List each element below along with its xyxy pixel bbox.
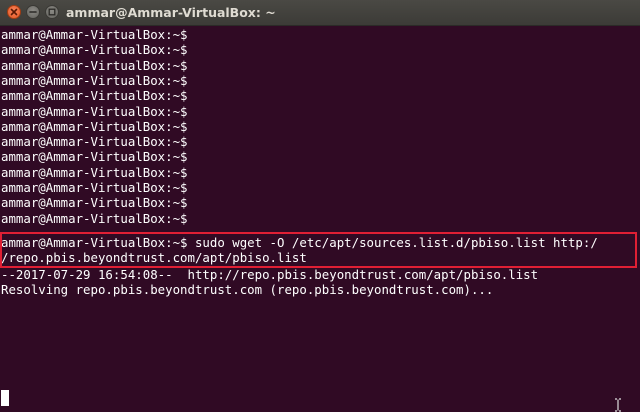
title-bar[interactable]: ammar@Ammar-VirtualBox: ~ bbox=[0, 0, 640, 26]
close-button[interactable] bbox=[7, 5, 21, 19]
prompt-line: ammar@Ammar-VirtualBox:~$ bbox=[1, 118, 188, 134]
prompt-line: ammar@Ammar-VirtualBox:~$ bbox=[1, 88, 188, 104]
prompt-line: ammar@Ammar-VirtualBox:~$ bbox=[1, 195, 188, 211]
output-line: Resolving repo.pbis.beyondtrust.com (rep… bbox=[1, 282, 494, 298]
prompt-line: ammar@Ammar-VirtualBox:~$ bbox=[1, 27, 188, 42]
prompt-line: ammar@Ammar-VirtualBox:~$ bbox=[1, 149, 188, 165]
minimize-button[interactable] bbox=[26, 5, 40, 19]
maximize-button[interactable] bbox=[45, 5, 59, 19]
close-icon bbox=[10, 8, 18, 16]
prompt-line: ammar@Ammar-VirtualBox:~$ bbox=[1, 164, 188, 180]
text-cursor bbox=[1, 390, 9, 406]
prompt-line: ammar@Ammar-VirtualBox:~$ bbox=[1, 42, 188, 58]
prompt-line: ammar@Ammar-VirtualBox:~$ bbox=[1, 57, 188, 73]
window-title: ammar@Ammar-VirtualBox: ~ bbox=[66, 5, 276, 20]
maximize-icon bbox=[48, 8, 56, 16]
terminal-area[interactable]: ammar@Ammar-VirtualBox:~$ ammar@Ammar-Vi… bbox=[0, 26, 640, 412]
text-cursor-icon bbox=[615, 398, 621, 412]
command-highlight-box bbox=[0, 232, 637, 268]
prompt-line: ammar@Ammar-VirtualBox:~$ bbox=[1, 180, 188, 195]
prompt-line: ammar@Ammar-VirtualBox:~$ bbox=[1, 103, 188, 119]
prompt-line: ammar@Ammar-VirtualBox:~$ bbox=[1, 72, 188, 88]
output-line: --2017-07-29 16:54:08-- http://repo.pbis… bbox=[1, 267, 539, 282]
minimize-icon bbox=[29, 11, 37, 13]
terminal-window: ammar@Ammar-VirtualBox: ~ ammar@Ammar-Vi… bbox=[0, 0, 640, 412]
prompt-line: ammar@Ammar-VirtualBox:~$ bbox=[1, 134, 188, 150]
prompt-line: ammar@Ammar-VirtualBox:~$ bbox=[1, 210, 188, 226]
